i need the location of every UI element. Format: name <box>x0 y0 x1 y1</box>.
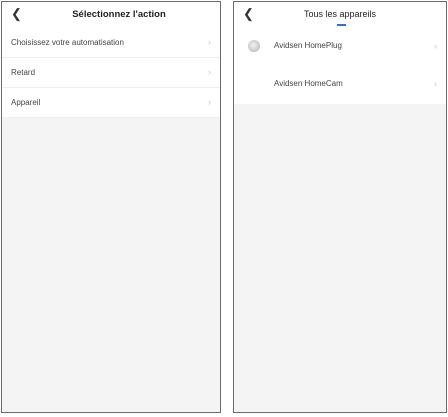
chevron-right-icon: › <box>208 97 211 107</box>
device-list: Avidsen HomePlug › Avidsen HomeCam › <box>234 28 446 104</box>
device-item-label: Avidsen HomePlug <box>274 41 342 50</box>
list-item-automation[interactable]: Choisissez votre automatisation › <box>2 28 220 58</box>
header-bar: ❮ Sélectionnez l'action <box>2 2 220 29</box>
chevron-right-icon: › <box>434 41 437 51</box>
list-item-label: Choisissez votre automatisation <box>11 38 124 47</box>
list-item-label: Appareil <box>11 98 41 107</box>
list-item-delay[interactable]: Retard › <box>2 58 220 88</box>
list-item-label: Retard <box>11 68 36 77</box>
chevron-right-icon: › <box>434 79 437 89</box>
header-bar: ❮ Tous les appareils <box>234 2 446 29</box>
device-plug-icon <box>248 40 260 52</box>
select-action-screen: ❮ Sélectionnez l'action Choisissez votre… <box>1 1 221 413</box>
chevron-right-icon: › <box>208 37 211 47</box>
page-title: Sélectionnez l'action <box>72 9 166 20</box>
list-item-device[interactable]: Appareil › <box>2 88 220 118</box>
device-item-label: Avidsen HomeCam <box>274 79 343 88</box>
page-title: Tous les appareils <box>303 9 377 19</box>
device-item-homeplug[interactable]: Avidsen HomePlug › <box>234 28 446 66</box>
all-devices-screen: ❮ Tous les appareils Avidsen HomePlug › … <box>233 1 447 413</box>
device-item-homecam[interactable]: Avidsen HomeCam › <box>234 66 446 104</box>
action-list: Choisissez votre automatisation › Retard… <box>2 28 220 118</box>
chevron-right-icon: › <box>208 67 211 77</box>
active-tab-indicator <box>337 24 346 26</box>
